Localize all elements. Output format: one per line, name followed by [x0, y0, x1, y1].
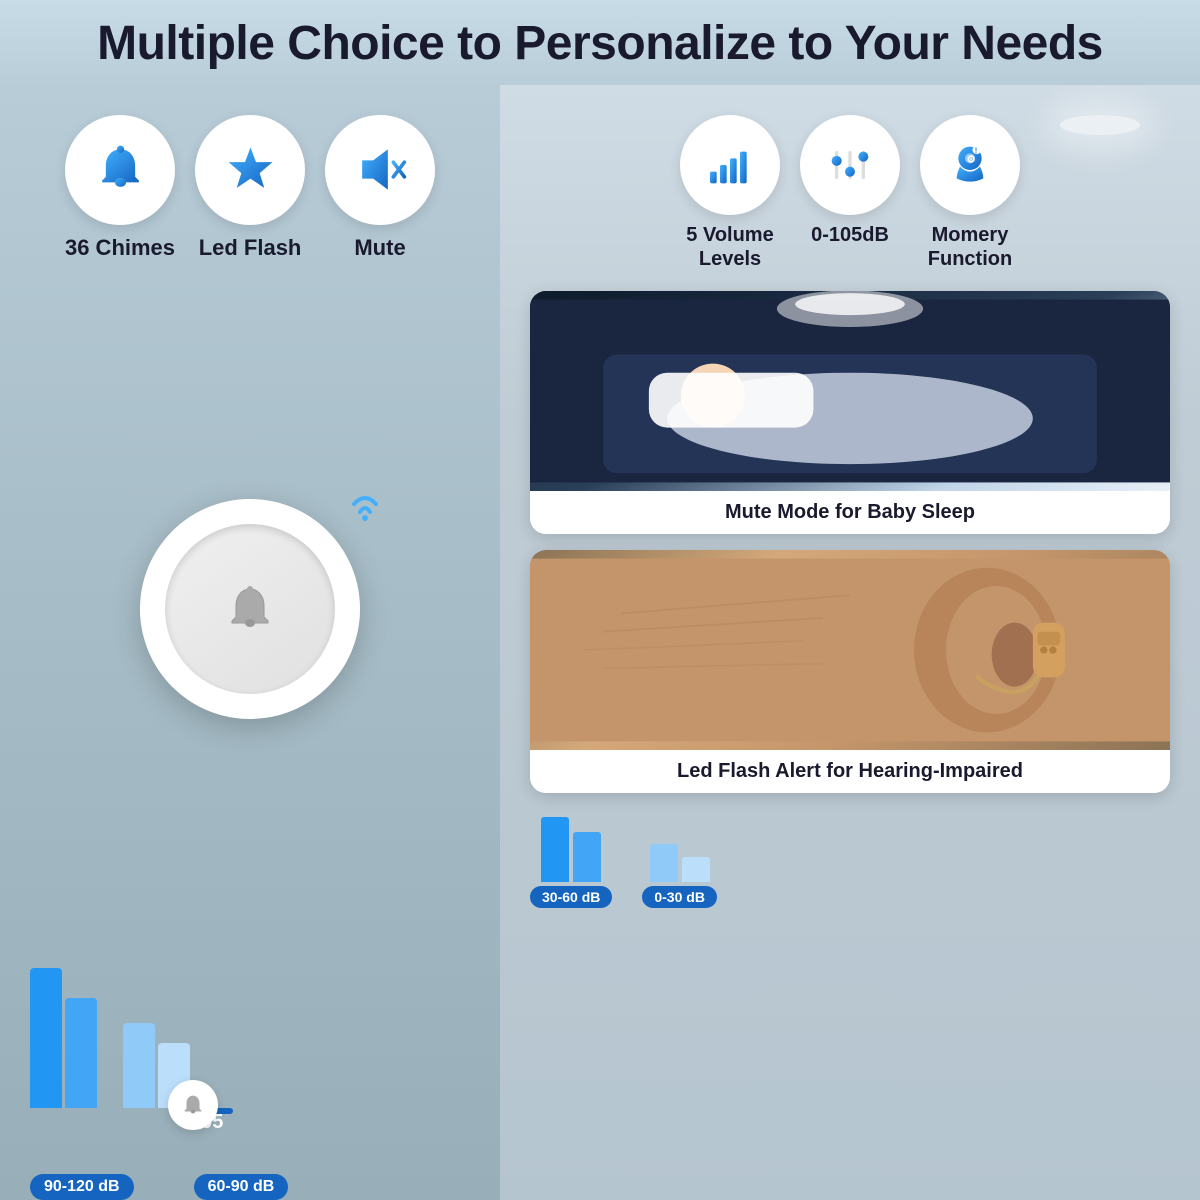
ear-card: Led Flash Alert for Hearing-Impaired	[530, 550, 1170, 793]
small-doorbell	[168, 1080, 218, 1130]
led-flash-label: Led Flash	[199, 235, 302, 261]
baby-sleep-card: Mute Mode for Baby Sleep	[530, 291, 1170, 534]
memory-label: MomeryFunction	[928, 223, 1012, 271]
baby-visual	[530, 291, 1170, 491]
bar-1b	[65, 998, 97, 1108]
feature-volume-levels: 5 VolumeLevels	[680, 115, 780, 271]
doorbell-inner	[165, 524, 335, 694]
bar-group-1	[30, 968, 97, 1108]
feature-memory: ⚙ ! MomeryFunction	[920, 115, 1020, 271]
main-container: Multiple Choice to Personalize to Your N…	[0, 0, 1200, 1200]
equalizer-icon	[825, 140, 875, 190]
range-badge-90-120: 90-120 dB	[30, 1174, 134, 1200]
svg-text:!: !	[975, 145, 978, 155]
range-badge-30-60: 30-60 dB	[530, 886, 612, 908]
feature-mute: Mute	[325, 115, 435, 261]
left-panel: 36 Chimes	[0, 85, 500, 1200]
baby-scene-svg	[530, 291, 1170, 491]
wifi-signal	[340, 474, 390, 529]
led-flash-icon-circle	[195, 115, 305, 225]
r-bar-4	[682, 857, 710, 882]
chimes-label: 36 Chimes	[65, 235, 175, 261]
bar-1a	[30, 968, 62, 1108]
left-feature-icons-row: 36 Chimes	[0, 85, 500, 271]
badge-area: 105	[20, 1108, 480, 1168]
feature-db-range: 0-105dB	[800, 115, 900, 247]
volume-bars-icon	[705, 140, 755, 190]
db-range-labels-left: 90-120 dB 60-90 dB	[20, 1168, 288, 1200]
bars-0-30	[650, 844, 710, 882]
feature-led-flash: Led Flash	[195, 115, 305, 261]
bar-2a	[123, 1023, 155, 1108]
svg-text:⚙: ⚙	[967, 154, 976, 165]
r-bar-2	[573, 832, 601, 882]
chimes-icon-circle	[65, 115, 175, 225]
right-bar-group-30-60: 30-60 dB	[530, 817, 612, 908]
volume-levels-label: 5 VolumeLevels	[686, 223, 773, 271]
volume-levels-icon-circle	[680, 115, 780, 215]
r-bar-1	[541, 817, 569, 882]
page-title: Multiple Choice to Personalize to Your N…	[20, 18, 1180, 71]
baby-sleeping-scene	[530, 291, 1170, 491]
wifi-icon	[340, 474, 390, 524]
right-bottom-section: 30-60 dB 0-30 dB	[530, 809, 1170, 912]
ceiling-light	[1060, 115, 1140, 135]
doorbell-bell-icon	[220, 579, 280, 639]
mute-label: Mute	[354, 235, 405, 261]
ear-scene-svg	[530, 550, 1170, 750]
baby-card-label: Mute Mode for Baby Sleep	[530, 491, 1170, 534]
bell-icon	[93, 142, 148, 197]
right-bar-group-0-30: 0-30 dB	[642, 844, 717, 908]
range-badge-60-90: 60-90 dB	[194, 1174, 289, 1200]
right-panel: 5 VolumeLevels	[500, 85, 1200, 1200]
volume-bars-section: 105 90-120 dB 60-90 dB	[0, 928, 500, 1200]
memory-icon-circle: ⚙ !	[920, 115, 1020, 215]
star-icon	[223, 142, 278, 197]
bars-chart-left	[20, 938, 190, 1108]
ear-visual	[530, 550, 1170, 750]
r-bar-3	[650, 844, 678, 882]
db-range-label: 0-105dB	[811, 223, 889, 247]
mute-icon-circle	[325, 115, 435, 225]
header: Multiple Choice to Personalize to Your N…	[0, 0, 1200, 85]
content-area: 36 Chimes	[0, 85, 1200, 1200]
db-range-icon-circle	[800, 115, 900, 215]
doorbell-section	[0, 271, 500, 928]
mute-icon	[353, 142, 408, 197]
ear-card-label: Led Flash Alert for Hearing-Impaired	[530, 750, 1170, 793]
small-bell-icon	[179, 1091, 207, 1119]
head-icon: ⚙ !	[945, 140, 995, 190]
doorbell-device	[140, 499, 360, 719]
range-badge-0-30: 0-30 dB	[642, 886, 717, 908]
bars-30-60	[541, 817, 601, 882]
feature-chimes: 36 Chimes	[65, 115, 175, 261]
